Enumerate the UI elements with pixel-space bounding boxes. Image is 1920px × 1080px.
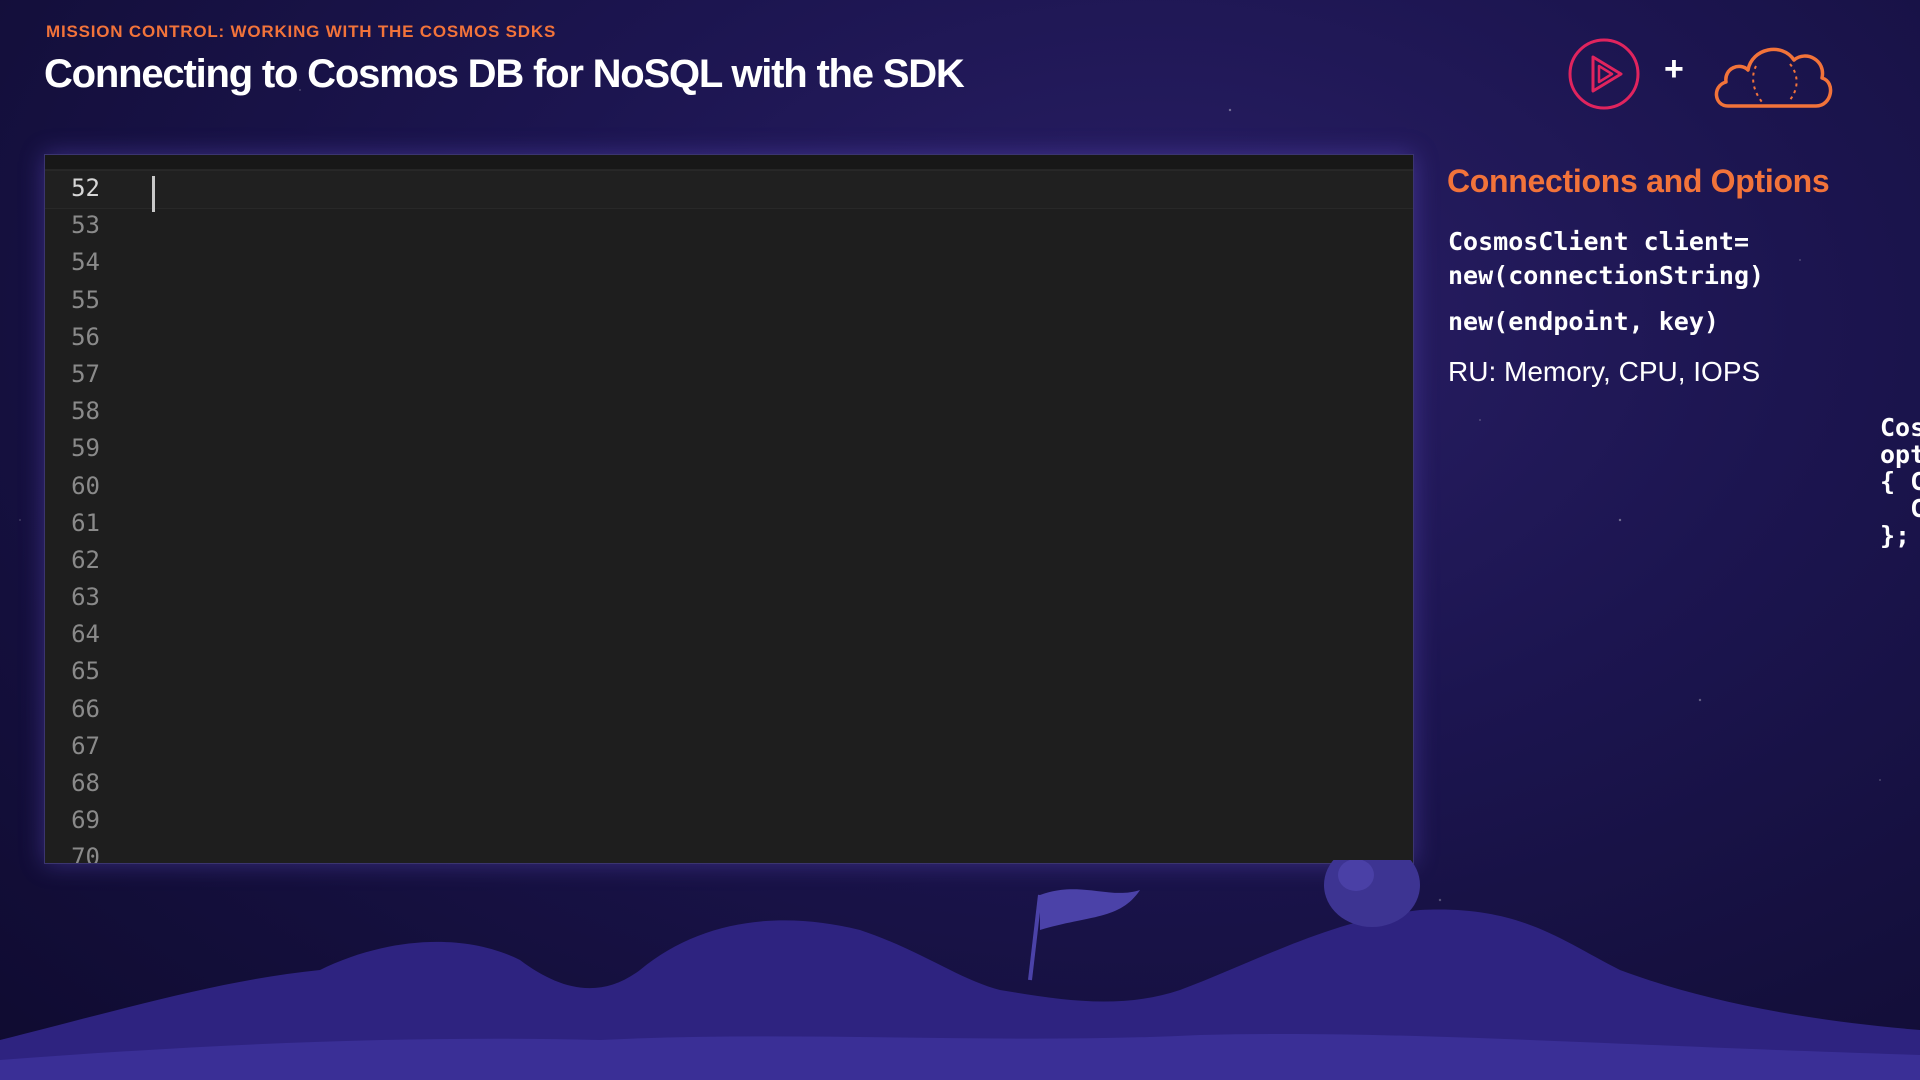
line-number: 56 — [71, 322, 100, 351]
line-number: 62 — [71, 545, 100, 574]
moon-landscape-illustration — [0, 860, 1920, 1080]
offscreen-code-snippet: Cos opt { C C }; — [1880, 414, 1920, 549]
logo-lockup: + — [1566, 36, 1836, 112]
panel-heading: Connections and Options — [1447, 163, 1830, 199]
line-number: 53 — [71, 211, 100, 240]
current-line-highlight — [45, 170, 1413, 209]
line-number: 70 — [71, 843, 100, 864]
ru-description: RU: Memory, CPU, IOPS — [1448, 356, 1761, 387]
line-number: 67 — [71, 731, 100, 760]
slide-title: Connecting to Cosmos DB for NoSQL with t… — [44, 52, 965, 96]
code-editor[interactable]: 52 53 54 55 56 57 58 59 60 61 62 63 64 6… — [44, 154, 1414, 864]
line-number: 55 — [71, 285, 100, 314]
code-snippet-line-2: new(connectionString) — [1448, 261, 1765, 290]
line-number: 63 — [71, 583, 100, 612]
line-number: 57 — [71, 359, 100, 388]
cloud-logo-icon — [1710, 36, 1834, 112]
line-number: 66 — [71, 694, 100, 723]
code-snippet-line-1: CosmosClient client= — [1448, 227, 1750, 256]
line-number: 68 — [71, 769, 100, 797]
line-number: 52 — [71, 174, 100, 202]
course-kicker: MISSION CONTROL: WORKING WITH THE COSMOS… — [46, 22, 557, 41]
line-number: 65 — [71, 657, 100, 686]
text-cursor — [152, 176, 155, 212]
line-number: 61 — [71, 508, 100, 537]
line-number: 59 — [71, 434, 100, 463]
editor-top-bar — [45, 155, 1413, 170]
line-number: 69 — [71, 806, 100, 835]
plus-sign: + — [1664, 50, 1684, 88]
line-number: 54 — [71, 248, 100, 277]
line-number: 64 — [71, 620, 100, 649]
code-snippet-line-3: new(endpoint, key) — [1448, 307, 1719, 336]
line-number-gutter: 52 53 54 55 56 57 58 59 60 61 62 63 64 6… — [45, 170, 145, 864]
line-number: 60 — [71, 471, 100, 500]
pluralsight-play-logo-icon — [1566, 36, 1642, 112]
line-number: 58 — [71, 397, 100, 426]
